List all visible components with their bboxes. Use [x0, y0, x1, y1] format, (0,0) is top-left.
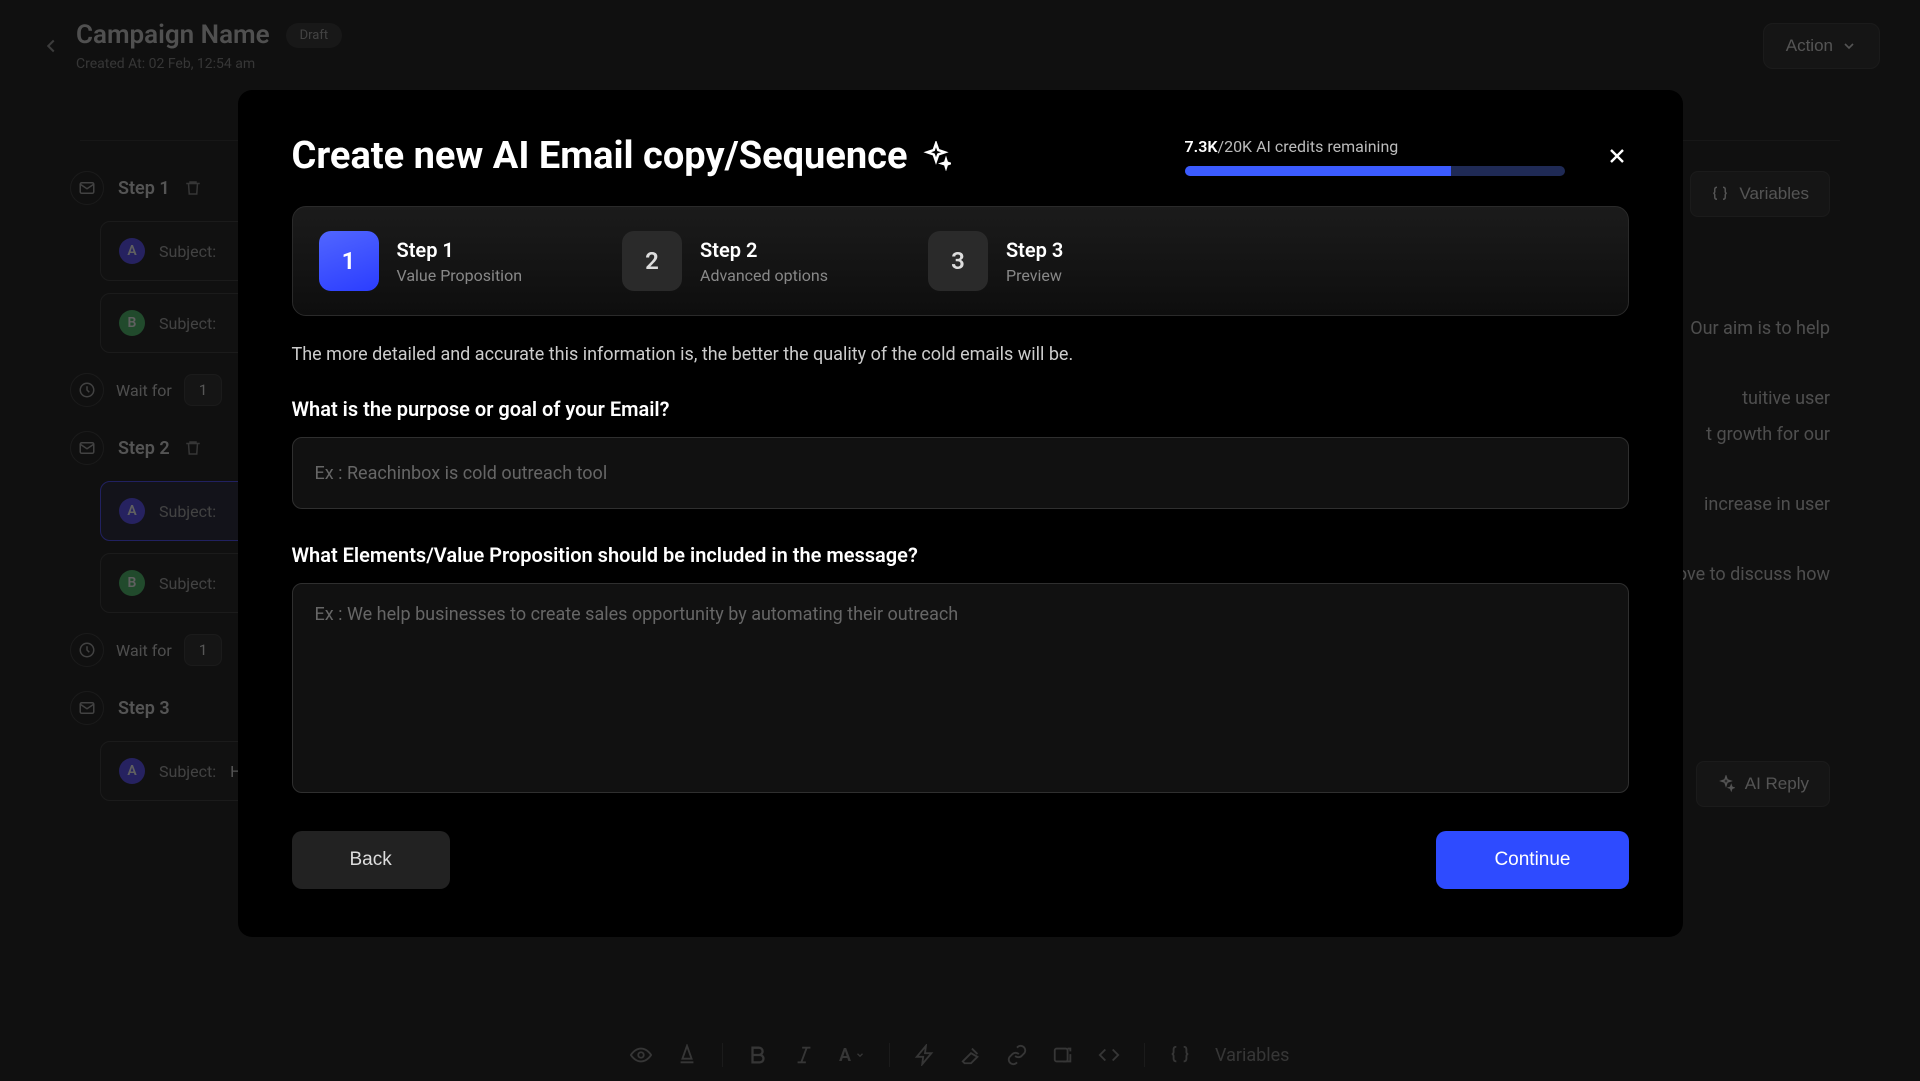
step-subtitle: Value Proposition: [397, 266, 523, 285]
step-title: Step 1: [397, 238, 523, 262]
q1-label: What is the purpose or goal of your Emai…: [292, 397, 1629, 421]
wizard-steps: 1 Step 1 Value Proposition 2 Step 2 Adva…: [292, 206, 1629, 316]
q2-label: What Elements/Value Proposition should b…: [292, 543, 1629, 567]
step-number: 1: [319, 231, 379, 291]
step-subtitle: Advanced options: [700, 266, 828, 285]
ai-email-modal: Create new AI Email copy/Sequence 7.3K/2…: [238, 90, 1683, 937]
value-prop-textarea[interactable]: [292, 583, 1629, 793]
step-title: Step 3: [1006, 238, 1063, 262]
credits-progress: [1185, 166, 1565, 176]
wizard-step-2[interactable]: 2 Step 2 Advanced options: [622, 231, 828, 291]
step-subtitle: Preview: [1006, 266, 1063, 285]
modal-overlay: Create new AI Email copy/Sequence 7.3K/2…: [0, 0, 1920, 1081]
helper-text: The more detailed and accurate this info…: [292, 344, 1629, 365]
back-button[interactable]: Back: [292, 831, 450, 889]
wizard-step-3[interactable]: 3 Step 3 Preview: [928, 231, 1063, 291]
step-title: Step 2: [700, 238, 828, 262]
continue-button[interactable]: Continue: [1436, 831, 1628, 889]
sparkle-icon: [921, 141, 951, 171]
purpose-input[interactable]: [292, 437, 1629, 509]
modal-title: Create new AI Email copy/Sequence: [292, 134, 952, 178]
step-number: 3: [928, 231, 988, 291]
step-number: 2: [622, 231, 682, 291]
credits-text: 7.3K/20K AI credits remaining: [1185, 137, 1565, 156]
wizard-step-1[interactable]: 1 Step 1 Value Proposition: [319, 231, 523, 291]
close-icon[interactable]: [1605, 144, 1629, 168]
